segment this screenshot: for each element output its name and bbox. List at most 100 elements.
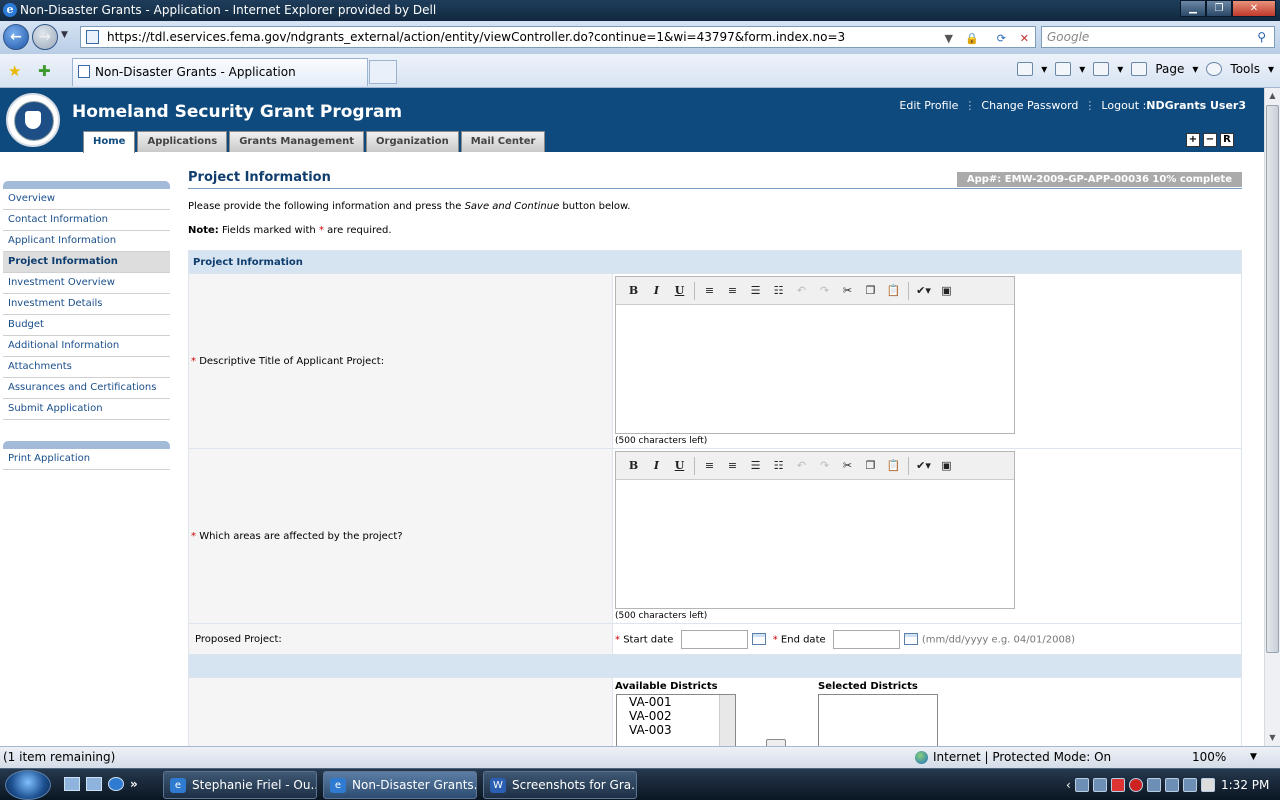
recent-pages-dropdown-icon[interactable]: ▼ (61, 30, 68, 40)
page-menu[interactable]: Page (1155, 62, 1184, 76)
sidebar-item-attachments[interactable]: Attachments (3, 357, 170, 378)
scroll-up-arrow[interactable]: ▲ (1265, 89, 1280, 103)
redo-icon[interactable]: ↷ (813, 459, 836, 472)
refresh-icon[interactable]: ⟳ (997, 29, 1006, 47)
back-button[interactable]: ← (3, 24, 29, 50)
security-zone[interactable]: Internet | Protected Mode: On (915, 747, 1111, 768)
tray-app-icon[interactable] (1092, 778, 1107, 792)
align-left-icon[interactable]: ≡ (698, 284, 721, 297)
paste-icon[interactable]: 📋 (882, 459, 905, 472)
align-left-icon[interactable]: ≡ (698, 459, 721, 472)
numbered-list-icon[interactable]: ☷ (767, 284, 790, 297)
bullet-list-icon[interactable]: ☰ (744, 459, 767, 472)
stop-icon[interactable]: ✕ (1020, 29, 1029, 47)
sidebar-item-additional-information[interactable]: Additional Information (3, 336, 170, 357)
bullet-list-icon[interactable]: ☰ (744, 284, 767, 297)
scroll-thumb[interactable] (1266, 105, 1279, 653)
list-scrollbar[interactable] (719, 695, 735, 746)
search-icon[interactable]: ⚲ (1257, 27, 1266, 47)
collapse-icon[interactable]: − (1203, 133, 1217, 147)
tray-app-icon[interactable] (1074, 778, 1089, 792)
move-district-button[interactable] (766, 739, 786, 746)
sidebar-item-overview[interactable]: Overview (3, 189, 170, 210)
power-icon[interactable] (1200, 778, 1215, 792)
page-dropdown-icon[interactable]: ▾ (1192, 62, 1198, 76)
scroll-down-arrow[interactable]: ▼ (1265, 731, 1280, 745)
tools-menu[interactable]: Tools (1230, 62, 1260, 76)
ie-launch-icon[interactable] (108, 777, 124, 791)
undo-icon[interactable]: ↶ (790, 284, 813, 297)
available-districts-list[interactable]: VA-001 VA-002 VA-003 (616, 694, 736, 746)
tab-applications[interactable]: Applications (137, 131, 228, 152)
sidebar-item-applicant-information[interactable]: Applicant Information (3, 231, 170, 252)
cut-icon[interactable]: ✂ (836, 459, 859, 472)
tab-organization[interactable]: Organization (366, 131, 459, 152)
new-tab-button[interactable] (369, 60, 397, 84)
logout-link[interactable]: Logout : (1101, 99, 1146, 112)
fullscreen-icon[interactable]: ▣ (935, 459, 958, 472)
close-window-button[interactable]: ✕ (1232, 0, 1276, 17)
change-password-link[interactable]: Change Password (981, 99, 1078, 112)
print-application-link[interactable]: Print Application (3, 449, 170, 470)
address-dropdown-icon[interactable]: ▼ (945, 29, 953, 47)
feeds-icon[interactable] (1055, 62, 1072, 76)
sidebar-item-assurances[interactable]: Assurances and Certifications (3, 378, 170, 399)
edit-profile-link[interactable]: Edit Profile (899, 99, 958, 112)
taskbar-item-browser[interactable]: e Non-Disaster Grants... (323, 771, 477, 799)
add-favorites-icon[interactable]: ✚ (38, 62, 51, 80)
redo-icon[interactable]: ↷ (813, 284, 836, 297)
lock-icon[interactable]: 🔒 (965, 29, 979, 47)
align-center-icon[interactable]: ≡ (721, 459, 744, 472)
tray-security-icon[interactable] (1110, 778, 1125, 792)
print-icon[interactable] (1093, 62, 1110, 76)
taskbar-item-word[interactable]: W Screenshots for Gra... (483, 771, 637, 799)
undo-icon[interactable]: ↶ (790, 459, 813, 472)
spellcheck-icon[interactable]: ✔▾ (912, 284, 935, 297)
bold-icon[interactable]: B (622, 459, 645, 472)
restore-icon[interactable]: R (1220, 133, 1234, 147)
home-dropdown-icon[interactable]: ▾ (1041, 62, 1047, 76)
zoom-level[interactable]: 100% (1192, 747, 1226, 768)
sidebar-item-investment-details[interactable]: Investment Details (3, 294, 170, 315)
copy-icon[interactable]: ❐ (859, 459, 882, 472)
start-date-input[interactable] (680, 629, 748, 649)
cut-icon[interactable]: ✂ (836, 284, 859, 297)
tab-grants-management[interactable]: Grants Management (229, 131, 365, 152)
address-bar[interactable]: https://tdl.eservices.fema.gov/ndgrants_… (80, 26, 1036, 48)
start-button[interactable] (5, 770, 51, 800)
underline-icon[interactable]: U (668, 284, 691, 297)
home-icon[interactable] (1017, 62, 1034, 76)
taskbar-item-outlook[interactable]: e Stephanie Friel - Ou... (163, 771, 317, 799)
areas-editor-area[interactable] (616, 480, 1014, 608)
spellcheck-icon[interactable]: ✔▾ (912, 459, 935, 472)
sidebar-item-investment-overview[interactable]: Investment Overview (3, 273, 170, 294)
end-date-input[interactable] (832, 629, 900, 649)
italic-icon[interactable]: I (645, 284, 668, 297)
fullscreen-icon[interactable]: ▣ (935, 284, 958, 297)
quick-launch-overflow-icon[interactable]: » (130, 777, 138, 791)
numbered-list-icon[interactable]: ☷ (767, 459, 790, 472)
selected-districts-list[interactable] (818, 694, 938, 746)
feeds-dropdown-icon[interactable]: ▾ (1079, 62, 1085, 76)
switch-windows-icon[interactable] (86, 777, 102, 791)
tab-mail-center[interactable]: Mail Center (460, 131, 546, 152)
network-icon[interactable] (1164, 778, 1179, 792)
sidebar-item-contact-information[interactable]: Contact Information (3, 210, 170, 231)
zoom-dropdown-icon[interactable]: ▼ (1250, 747, 1257, 768)
search-input[interactable]: Google ⚲ (1041, 26, 1275, 48)
bold-icon[interactable]: B (622, 284, 645, 297)
tools-dropdown-icon[interactable]: ▾ (1268, 62, 1274, 76)
maximize-button[interactable]: ❐ (1206, 0, 1232, 17)
underline-icon[interactable]: U (668, 459, 691, 472)
forward-button[interactable]: → (32, 24, 58, 50)
show-desktop-icon[interactable] (64, 777, 80, 791)
favorites-star-icon[interactable]: ★ (8, 62, 21, 80)
copy-icon[interactable]: ❐ (859, 284, 882, 297)
tray-antivirus-icon[interactable] (1128, 778, 1143, 792)
expand-icon[interactable]: + (1186, 133, 1200, 147)
browser-tab-active[interactable]: Non-Disaster Grants - Application (72, 58, 368, 86)
tray-expand-icon[interactable]: ‹ (1066, 769, 1071, 801)
sidebar-item-budget[interactable]: Budget (3, 315, 170, 336)
sidebar-item-submit-application[interactable]: Submit Application (3, 399, 170, 420)
start-calendar-icon[interactable] (751, 633, 766, 645)
